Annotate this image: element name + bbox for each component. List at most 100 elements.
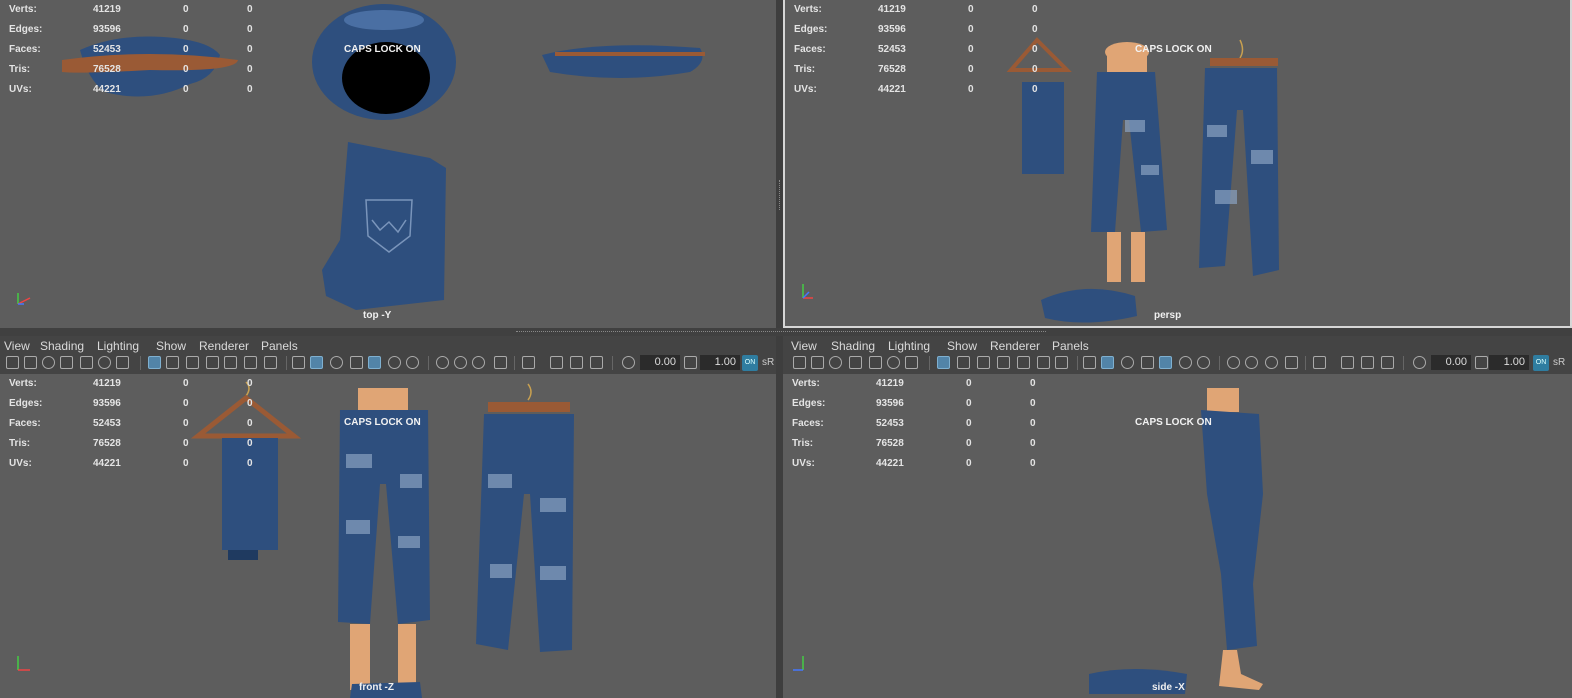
viewport-splitter-vertical[interactable] (776, 0, 783, 698)
field-chart-icon[interactable] (224, 356, 237, 369)
menu-lighting[interactable]: Lighting (97, 339, 139, 353)
xray-icon[interactable] (1341, 356, 1354, 369)
motion-blur-icon[interactable] (1245, 356, 1258, 369)
gate-mask-icon[interactable] (206, 356, 219, 369)
safe-action-icon[interactable] (1037, 356, 1050, 369)
smooth-shade-icon[interactable] (310, 356, 323, 369)
menu-show[interactable]: Show (947, 339, 977, 353)
menu-shading[interactable]: Shading (831, 339, 875, 353)
textured-icon[interactable] (368, 356, 381, 369)
motion-blur-icon[interactable] (454, 356, 467, 369)
two-d-pan-zoom-icon[interactable] (869, 356, 882, 369)
shadows-icon[interactable] (1197, 356, 1210, 369)
hud-row-tris: Tris: 76528 0 0 (9, 438, 253, 449)
xray-active-components-icon[interactable] (570, 356, 583, 369)
safe-title-icon[interactable] (1055, 356, 1068, 369)
image-plane-icon[interactable] (60, 356, 73, 369)
gamma-field[interactable]: 1.00 (1489, 355, 1529, 370)
view-transform-label[interactable]: sR (1553, 357, 1565, 368)
viewport-top[interactable]: Verts: 41219 0 0 Edges: 93596 0 0 Faces: 52453 0… (0, 0, 776, 328)
menu-view[interactable]: View (4, 339, 30, 353)
exposure-icon[interactable] (1413, 356, 1426, 369)
menu-panels[interactable]: Panels (1052, 339, 1089, 353)
wireframe-on-shaded-icon[interactable] (1141, 356, 1154, 369)
two-d-pan-zoom-icon[interactable] (80, 356, 93, 369)
camera-select-icon[interactable] (793, 356, 806, 369)
gate-mask-icon[interactable] (997, 356, 1010, 369)
hud-row-uvs: UVs: 44221 0 0 (9, 84, 253, 95)
smooth-shade-icon[interactable] (1101, 356, 1114, 369)
viewport-side[interactable]: Verts: 41219 0 0 Edges: 93596 0 0 Faces: 52453 0… (783, 374, 1572, 698)
menu-show[interactable]: Show (156, 339, 186, 353)
xray-active-components-icon[interactable] (1361, 356, 1374, 369)
textured-icon[interactable] (1159, 356, 1172, 369)
hud-row-faces: Faces: 52453 0 0 (9, 44, 253, 55)
camera-select-icon[interactable] (6, 356, 19, 369)
gamma-field[interactable]: 1.00 (700, 355, 740, 370)
default-material-icon[interactable] (330, 356, 343, 369)
xray-joints-icon[interactable] (1381, 356, 1394, 369)
isolate-select-icon[interactable] (1313, 356, 1326, 369)
menu-lighting[interactable]: Lighting (888, 339, 930, 353)
poly-count-hud: Verts: 41219 0 0 Edges: 93596 0 0 Faces: 52453 0… (794, 4, 1054, 104)
safe-action-icon[interactable] (244, 356, 257, 369)
resolution-gate-icon[interactable] (186, 356, 199, 369)
field-chart-icon[interactable] (1017, 356, 1030, 369)
menu-renderer[interactable]: Renderer (199, 339, 249, 353)
exposure-field[interactable]: 0.00 (1431, 355, 1471, 370)
wireframe-on-shaded-icon[interactable] (350, 356, 363, 369)
camera-lock-icon[interactable] (116, 356, 129, 369)
poly-count-hud: Verts: 41219 0 0 Edges: 93596 0 0 Faces: 52453 0… (9, 378, 269, 478)
bookmarks-icon[interactable] (42, 356, 55, 369)
hud-row-faces: Faces: 52453 0 0 (792, 418, 1036, 429)
grid-icon[interactable] (148, 356, 161, 369)
shadows-icon[interactable] (406, 356, 419, 369)
menu-view[interactable]: View (791, 339, 817, 353)
hud-row-tris: Tris: 76528 0 0 (794, 64, 1038, 75)
camera-attributes-icon[interactable] (24, 356, 37, 369)
bookmarks-icon[interactable] (829, 356, 842, 369)
xray-icon[interactable] (550, 356, 563, 369)
panel-toolbar-right: 0.00 1.00 ON sR (783, 353, 1572, 373)
gamma-icon[interactable] (1475, 356, 1488, 369)
anti-aliasing-icon[interactable] (1265, 356, 1278, 369)
resolution-gate-icon[interactable] (977, 356, 990, 369)
exposure-field[interactable]: 0.00 (640, 355, 680, 370)
hud-row-edges: Edges: 93596 0 0 (9, 24, 253, 35)
depth-of-field-icon[interactable] (1285, 356, 1298, 369)
xray-joints-icon[interactable] (590, 356, 603, 369)
axis-gizmo-icon (17, 293, 31, 305)
film-gate-icon[interactable] (166, 356, 179, 369)
color-management-toggle[interactable]: ON (1533, 355, 1549, 371)
ambient-occlusion-icon[interactable] (1227, 356, 1240, 369)
film-gate-icon[interactable] (957, 356, 970, 369)
hanger-jeans-top-right (542, 45, 705, 78)
grid-icon[interactable] (937, 356, 950, 369)
isolate-select-icon[interactable] (522, 356, 535, 369)
camera-attributes-icon[interactable] (811, 356, 824, 369)
color-management-toggle[interactable]: ON (742, 355, 758, 371)
gamma-icon[interactable] (684, 356, 697, 369)
ambient-occlusion-icon[interactable] (436, 356, 449, 369)
camera-lock-icon[interactable] (905, 356, 918, 369)
viewport-front[interactable]: Verts: 41219 0 0 Edges: 93596 0 0 Faces: 52453 0… (0, 374, 776, 698)
menu-shading[interactable]: Shading (40, 339, 84, 353)
wireframe-icon[interactable] (1083, 356, 1096, 369)
image-plane-icon[interactable] (849, 356, 862, 369)
exposure-icon[interactable] (622, 356, 635, 369)
view-transform-label[interactable]: sR (762, 357, 774, 368)
use-all-lights-icon[interactable] (388, 356, 401, 369)
grease-pencil-icon[interactable] (98, 356, 111, 369)
viewport-splitter-horizontal[interactable] (0, 328, 1572, 336)
grease-pencil-icon[interactable] (887, 356, 900, 369)
depth-of-field-icon[interactable] (494, 356, 507, 369)
menu-renderer[interactable]: Renderer (990, 339, 1040, 353)
use-all-lights-icon[interactable] (1179, 356, 1192, 369)
safe-title-icon[interactable] (264, 356, 277, 369)
menu-panels[interactable]: Panels (261, 339, 298, 353)
poly-count-hud: Verts: 41219 0 0 Edges: 93596 0 0 Faces: 52453 0… (792, 378, 1052, 478)
default-material-icon[interactable] (1121, 356, 1134, 369)
anti-aliasing-icon[interactable] (472, 356, 485, 369)
wireframe-icon[interactable] (292, 356, 305, 369)
viewport-persp[interactable]: Verts: 41219 0 0 Edges: 93596 0 0 Faces: 52453 0… (783, 0, 1572, 328)
